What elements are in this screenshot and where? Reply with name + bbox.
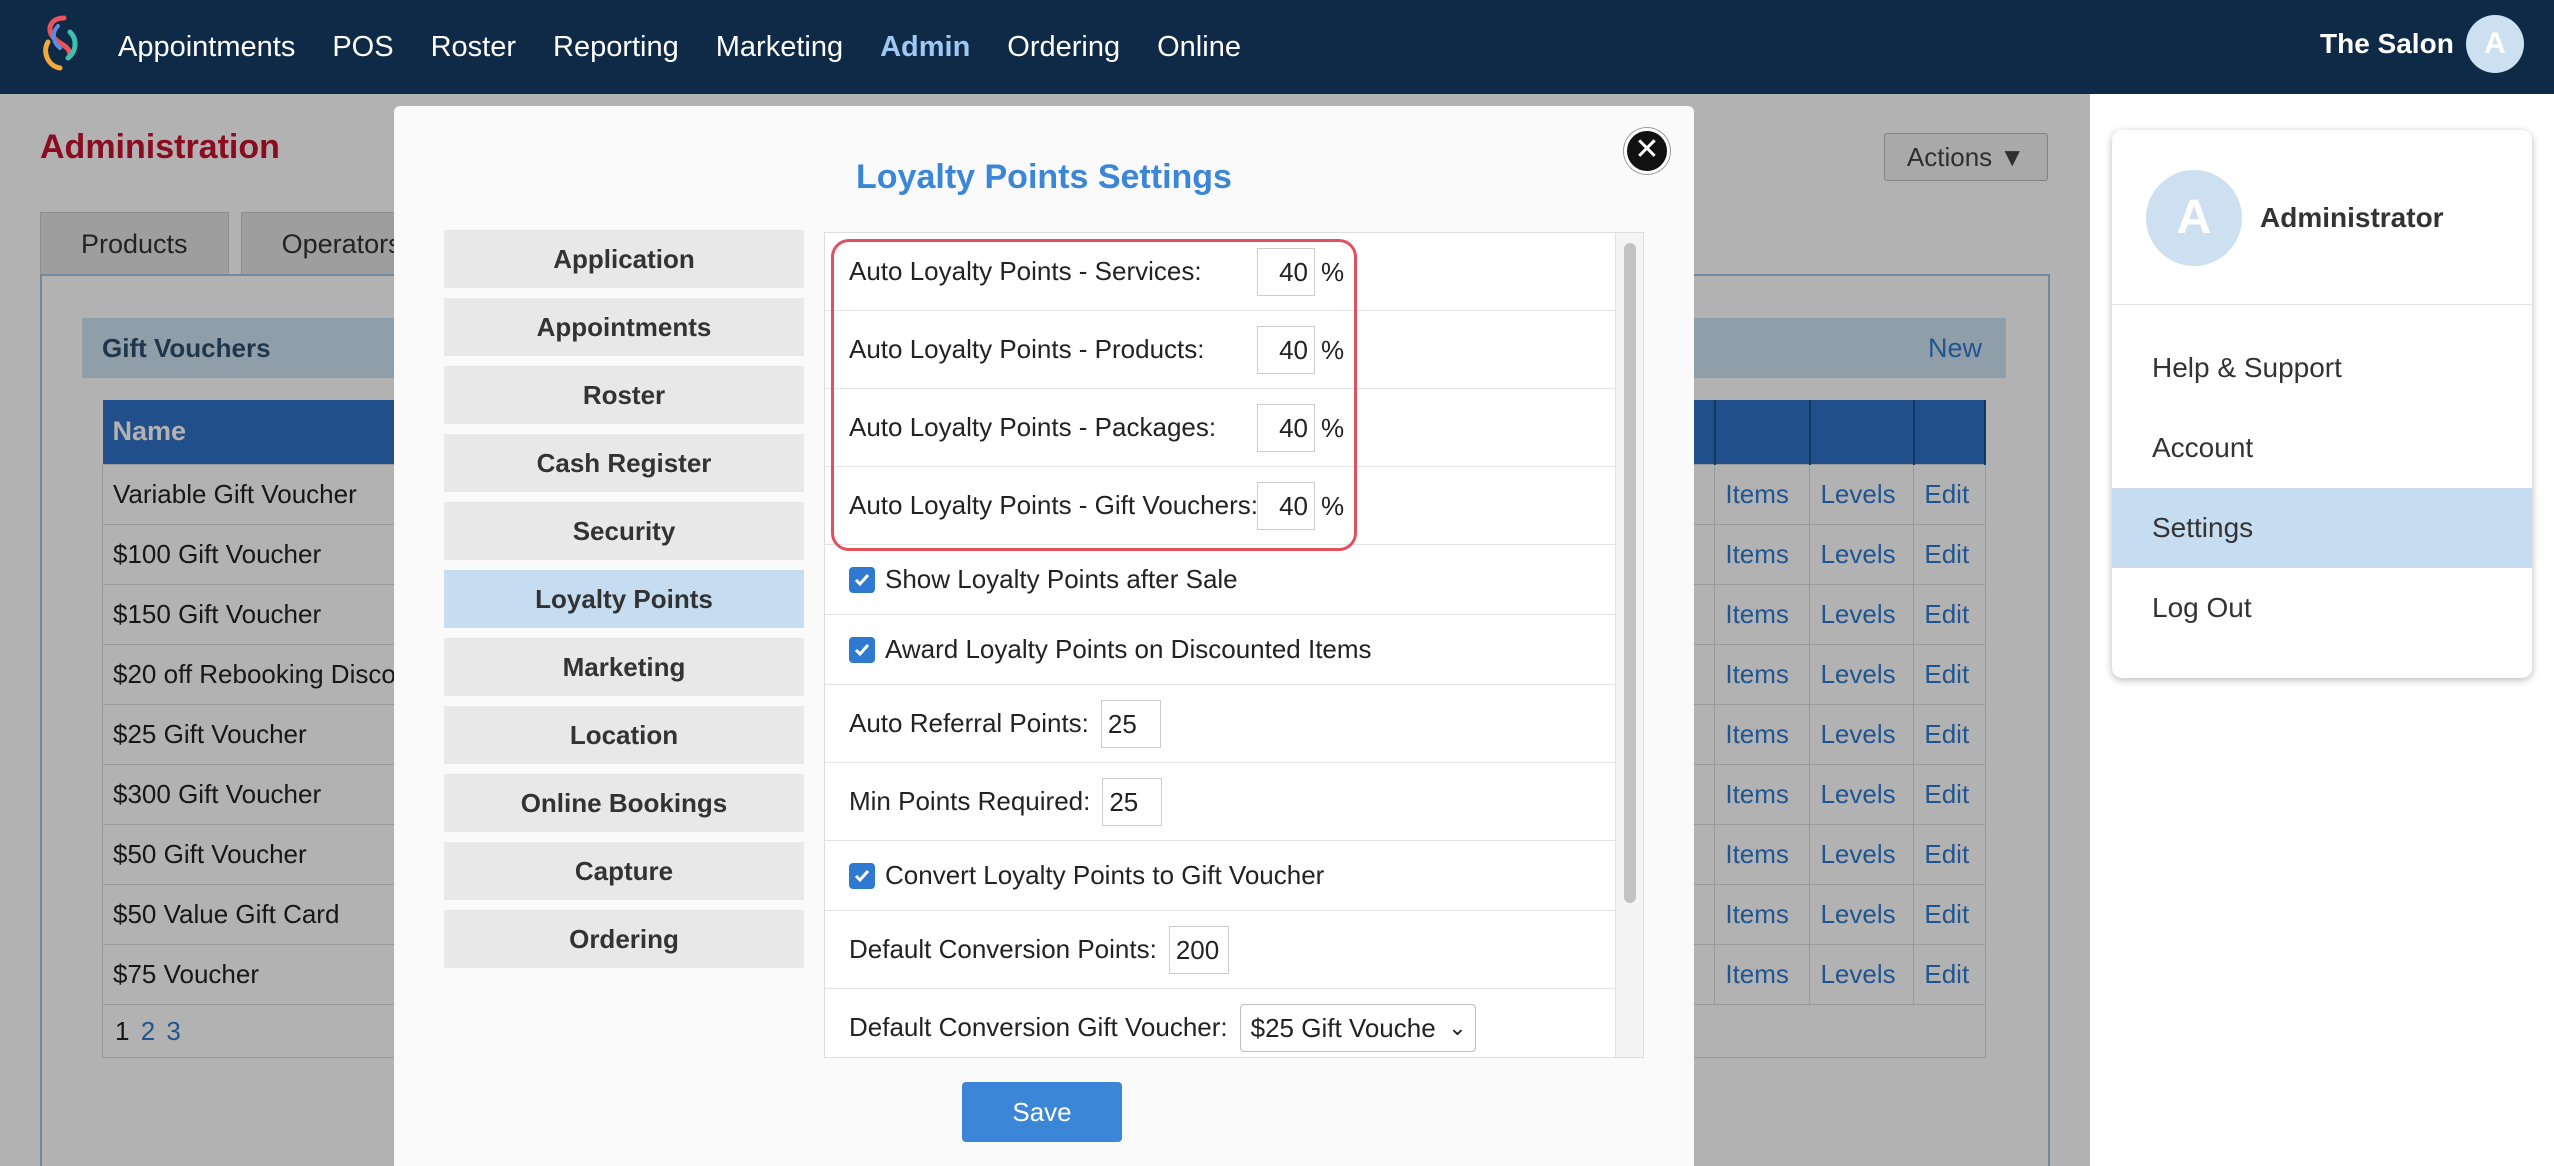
percent-sign: % bbox=[1321, 491, 1345, 521]
min-points-input[interactable]: 25 bbox=[1102, 777, 1163, 826]
setting-packages-percent: Auto Loyalty Points - Packages: 40 % bbox=[825, 389, 1615, 467]
setting-default-conversion-points: Default Conversion Points: 200 bbox=[825, 911, 1615, 989]
checkmark-icon bbox=[854, 573, 870, 586]
show-after-sale-checkbox[interactable] bbox=[849, 566, 875, 593]
settings-menu-location[interactable]: Location bbox=[444, 706, 804, 764]
checkmark-icon bbox=[854, 869, 870, 882]
setting-min-points: Min Points Required: 25 bbox=[825, 763, 1615, 841]
settings-menu-loyalty-points[interactable]: Loyalty Points bbox=[444, 570, 804, 628]
settings-menu-security[interactable]: Security bbox=[444, 502, 804, 560]
convert-voucher-checkbox[interactable] bbox=[849, 862, 875, 889]
chevron-down-icon: ⌄ bbox=[1448, 1014, 1467, 1040]
setting-label: Auto Loyalty Points - Packages: bbox=[849, 412, 1217, 442]
setting-services-percent: Auto Loyalty Points - Services: 40 % bbox=[825, 233, 1615, 311]
settings-menu-marketing[interactable]: Marketing bbox=[444, 638, 804, 696]
settings-panel: Auto Loyalty Points - Services: 40 % Aut… bbox=[824, 232, 1644, 1058]
setting-default-conversion-voucher: Default Conversion Gift Voucher: $25 Gif… bbox=[825, 989, 1615, 1057]
setting-label: Auto Loyalty Points - Services: bbox=[849, 256, 1202, 286]
setting-show-after-sale: Show Loyalty Points after Sale bbox=[825, 545, 1615, 615]
user-name: Administrator bbox=[2260, 202, 2444, 233]
close-icon[interactable]: ✕ bbox=[1624, 128, 1670, 174]
nav-appointments[interactable]: Appointments bbox=[118, 31, 295, 64]
scrollbar-thumb[interactable] bbox=[1624, 243, 1636, 903]
auto-referral-input[interactable]: 25 bbox=[1100, 699, 1161, 748]
user-avatar[interactable]: A bbox=[2466, 15, 2524, 73]
default-conversion-points-input[interactable]: 200 bbox=[1168, 925, 1229, 974]
nav-roster[interactable]: Roster bbox=[431, 31, 516, 64]
loyalty-settings-modal: Loyalty Points Settings ✕ Application Ap… bbox=[394, 106, 1694, 1166]
gift-vouchers-percent-input[interactable]: 40 bbox=[1257, 482, 1315, 530]
percent-sign: % bbox=[1321, 335, 1345, 365]
setting-auto-referral: Auto Referral Points: 25 bbox=[825, 685, 1615, 763]
setting-convert-voucher: Convert Loyalty Points to Gift Voucher bbox=[825, 841, 1615, 911]
settings-menu-ordering[interactable]: Ordering bbox=[444, 910, 804, 968]
menu-item-settings[interactable]: Settings bbox=[2112, 488, 2532, 568]
settings-scrollbar[interactable] bbox=[1615, 233, 1643, 1057]
settings-menu-roster[interactable]: Roster bbox=[444, 366, 804, 424]
setting-gift-vouchers-percent: Auto Loyalty Points - Gift Vouchers: 40 … bbox=[825, 467, 1615, 545]
settings-menu-capture[interactable]: Capture bbox=[444, 842, 804, 900]
award-discounted-checkbox[interactable] bbox=[849, 636, 875, 663]
dropdown-caret bbox=[2478, 104, 2526, 132]
menu-item-log-out[interactable]: Log Out bbox=[2112, 568, 2532, 648]
setting-products-percent: Auto Loyalty Points - Products: 40 % bbox=[825, 311, 1615, 389]
default-conversion-voucher-select[interactable]: $25 Gift Vouche ⌄ bbox=[1239, 1003, 1476, 1052]
salon-logo-icon[interactable] bbox=[30, 12, 88, 76]
setting-label: Default Conversion Gift Voucher: bbox=[849, 1012, 1228, 1042]
setting-label: Show Loyalty Points after Sale bbox=[885, 564, 1238, 594]
top-nav: Appointments POS Roster Reporting Market… bbox=[0, 0, 2554, 94]
settings-menu-online-bookings[interactable]: Online Bookings bbox=[444, 774, 804, 832]
dropdown-avatar: A bbox=[2146, 170, 2242, 266]
packages-percent-input[interactable]: 40 bbox=[1257, 404, 1315, 452]
checkmark-icon bbox=[854, 643, 870, 656]
select-value: $25 Gift Vouche bbox=[1250, 1012, 1436, 1043]
divider bbox=[2112, 304, 2532, 305]
setting-label: Auto Loyalty Points - Gift Vouchers: bbox=[849, 490, 1258, 520]
percent-sign: % bbox=[1321, 413, 1345, 443]
setting-award-discounted: Award Loyalty Points on Discounted Items bbox=[825, 615, 1615, 685]
percent-sign: % bbox=[1321, 257, 1345, 287]
nav-admin[interactable]: Admin bbox=[880, 31, 970, 64]
setting-label: Convert Loyalty Points to Gift Voucher bbox=[885, 860, 1325, 890]
save-button[interactable]: Save bbox=[962, 1082, 1122, 1142]
modal-title: Loyalty Points Settings bbox=[856, 158, 1232, 196]
services-percent-input[interactable]: 40 bbox=[1257, 248, 1315, 296]
setting-label: Min Points Required: bbox=[849, 786, 1091, 816]
settings-menu-application[interactable]: Application bbox=[444, 230, 804, 288]
nav-ordering[interactable]: Ordering bbox=[1007, 31, 1120, 64]
nav-pos[interactable]: POS bbox=[332, 31, 393, 64]
user-dropdown: A Administrator Help & Support Account S… bbox=[2112, 130, 2532, 678]
settings-menu-cash-register[interactable]: Cash Register bbox=[444, 434, 804, 492]
menu-item-account[interactable]: Account bbox=[2112, 408, 2532, 488]
settings-menu: Application Appointments Roster Cash Reg… bbox=[444, 230, 804, 978]
setting-label: Award Loyalty Points on Discounted Items bbox=[885, 634, 1372, 664]
user-menu-items: Help & Support Account Settings Log Out bbox=[2112, 328, 2532, 648]
nav-online[interactable]: Online bbox=[1157, 31, 1241, 64]
nav-marketing[interactable]: Marketing bbox=[716, 31, 843, 64]
setting-label: Default Conversion Points: bbox=[849, 934, 1157, 964]
menu-item-help-support[interactable]: Help & Support bbox=[2112, 328, 2532, 408]
salon-name[interactable]: The Salon bbox=[2320, 0, 2454, 94]
settings-menu-appointments[interactable]: Appointments bbox=[444, 298, 804, 356]
products-percent-input[interactable]: 40 bbox=[1257, 326, 1315, 374]
settings-list: Auto Loyalty Points - Services: 40 % Aut… bbox=[825, 233, 1615, 1057]
nav-reporting[interactable]: Reporting bbox=[553, 31, 679, 64]
setting-label: Auto Referral Points: bbox=[849, 708, 1089, 738]
main-nav: Appointments POS Roster Reporting Market… bbox=[118, 0, 1278, 94]
setting-label: Auto Loyalty Points - Products: bbox=[849, 334, 1205, 364]
